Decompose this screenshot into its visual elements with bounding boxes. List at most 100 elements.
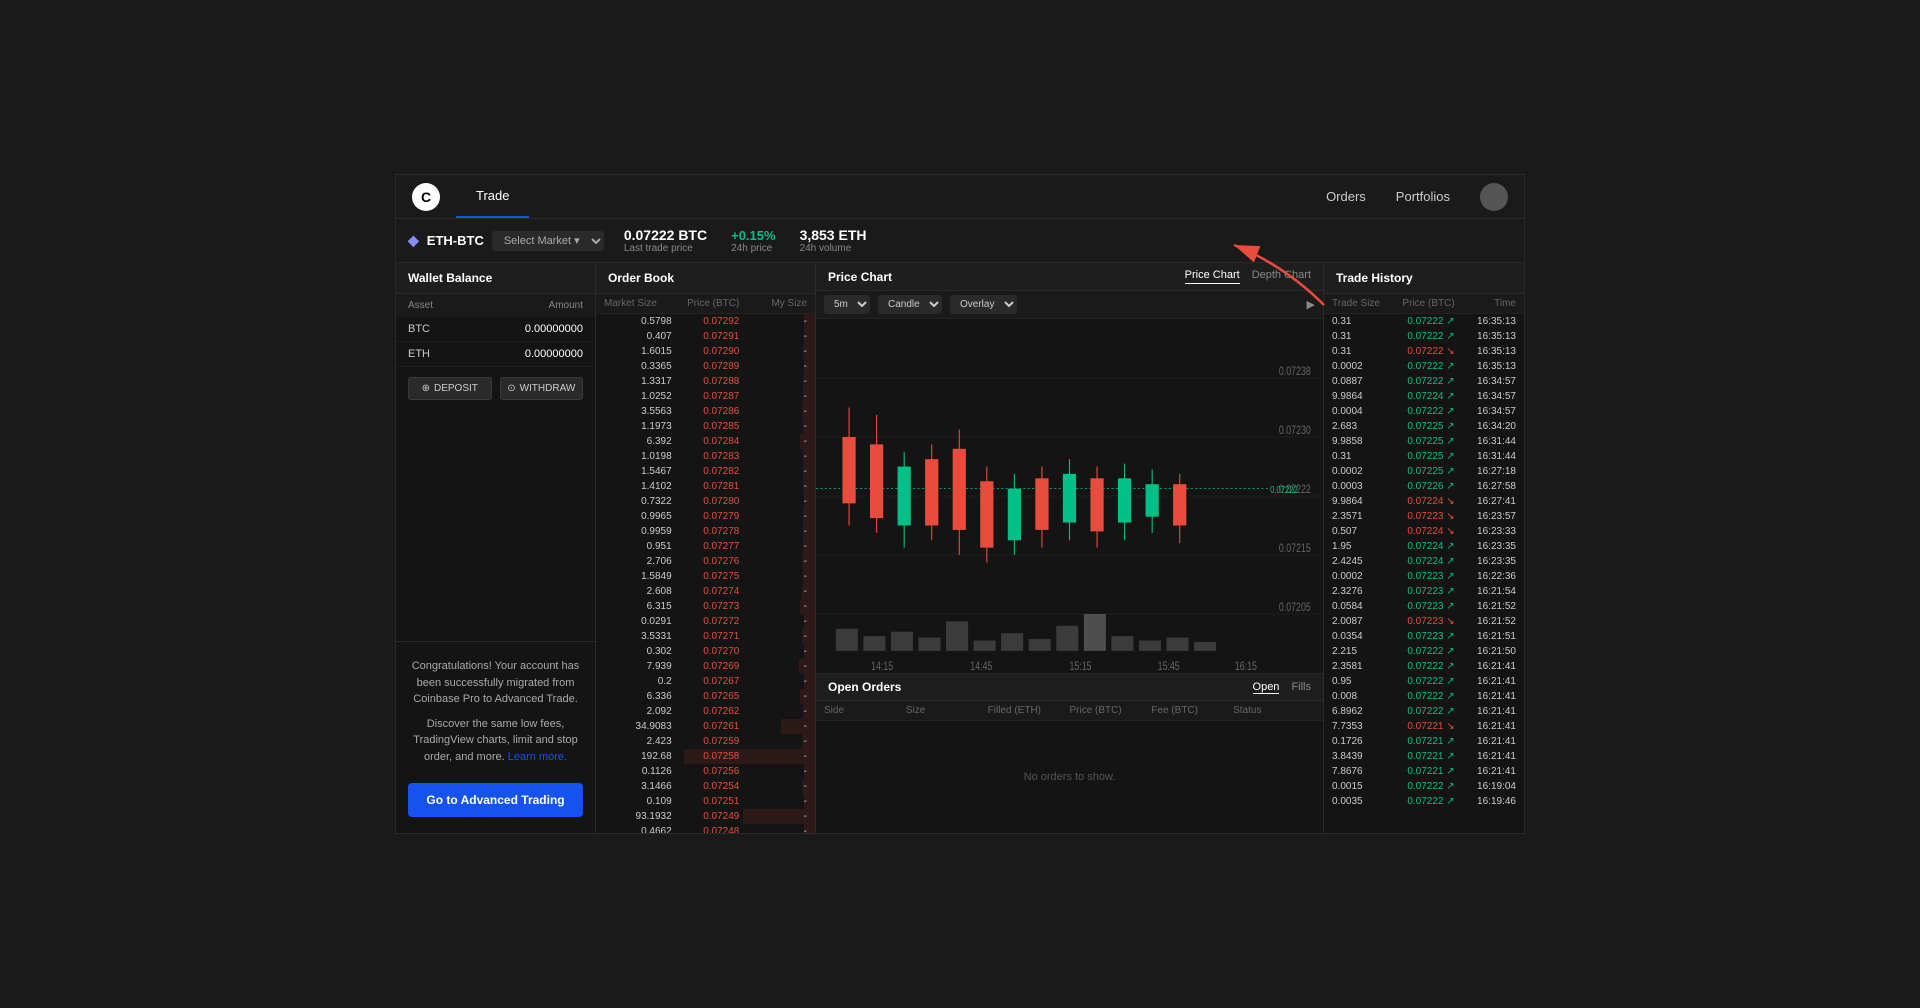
chart-type-select[interactable]: Candle <box>878 295 942 314</box>
ob-row[interactable]: 1.3317 0.07288 - <box>596 374 815 389</box>
ob-row[interactable]: 93.1932 0.07249 - <box>596 809 815 824</box>
ob-row[interactable]: 0.9965 0.07279 - <box>596 509 815 524</box>
ob-row[interactable]: 1.4102 0.07281 - <box>596 479 815 494</box>
ob-row[interactable]: 6.392 0.07284 - <box>596 434 815 449</box>
ob-row[interactable]: 0.0291 0.07272 - <box>596 614 815 629</box>
ob-mysize: - <box>739 376 807 387</box>
svg-text:0.07238: 0.07238 <box>1279 366 1311 378</box>
ob-mysize: - <box>739 331 807 342</box>
ob-size: 0.951 <box>604 541 672 552</box>
ob-row[interactable]: 1.5467 0.07282 - <box>596 464 815 479</box>
trade-size: 7.7353 <box>1332 721 1393 732</box>
chart-expand-icon[interactable]: ▶ <box>1307 298 1315 311</box>
ob-row[interactable]: 0.302 0.07270 - <box>596 644 815 659</box>
ob-price: 0.07249 <box>672 811 740 822</box>
ob-row[interactable]: 2.423 0.07259 - <box>596 734 815 749</box>
overlay-select[interactable]: Overlay <box>950 295 1017 314</box>
center-panel: Price Chart Price Chart Depth Chart 5m C… <box>816 263 1324 833</box>
asset-table: Asset Amount BTC0.00000000ETH0.00000000 <box>396 294 595 367</box>
ob-row[interactable]: 34.9083 0.07261 - <box>596 719 815 734</box>
ob-row[interactable]: 0.1126 0.07256 - <box>596 764 815 779</box>
nav-right: Orders Portfolios <box>1326 183 1524 211</box>
trade-row: 6.8962 0.07222 ↗ 16:21:41 <box>1324 704 1524 719</box>
open-orders-section: Open Orders Open Fills Side Size Filled … <box>816 673 1323 833</box>
open-orders-empty: No orders to show. <box>816 721 1323 833</box>
ob-row[interactable]: 0.4662 0.07248 - <box>596 824 815 833</box>
chart-header: Price Chart Price Chart Depth Chart <box>816 263 1323 291</box>
ob-price: 0.07281 <box>672 481 740 492</box>
trade-time: 16:21:54 <box>1455 586 1516 597</box>
avatar[interactable] <box>1480 183 1508 211</box>
timeframe-select[interactable]: 5m <box>824 295 870 314</box>
trade-row: 9.9864 0.07224 ↗ 16:34:57 <box>1324 389 1524 404</box>
trade-size: 0.008 <box>1332 691 1393 702</box>
ob-row[interactable]: 0.5798 0.07292 - <box>596 314 815 329</box>
trade-size: 3.8439 <box>1332 751 1393 762</box>
ob-size: 7.939 <box>604 661 672 672</box>
trade-time: 16:27:58 <box>1455 481 1516 492</box>
ob-row[interactable]: 2.706 0.07276 - <box>596 554 815 569</box>
ob-row[interactable]: 6.315 0.07273 - <box>596 599 815 614</box>
ob-row[interactable]: 3.5331 0.07271 - <box>596 629 815 644</box>
learn-more-link[interactable]: Learn more. <box>508 751 567 763</box>
trade-row: 2.3581 0.07222 ↗ 16:21:41 <box>1324 659 1524 674</box>
ob-mysize: - <box>739 496 807 507</box>
chart-tabs: Price Chart Depth Chart <box>1185 269 1311 284</box>
ob-row[interactable]: 1.1973 0.07285 - <box>596 419 815 434</box>
select-market-dropdown[interactable]: Select Market ▾ <box>492 231 604 251</box>
nav-orders[interactable]: Orders <box>1326 189 1366 204</box>
trade-time: 16:21:41 <box>1455 676 1516 687</box>
tab-depth-chart[interactable]: Depth Chart <box>1252 269 1311 284</box>
ob-row[interactable]: 0.9959 0.07278 - <box>596 524 815 539</box>
ob-mysize: - <box>739 391 807 402</box>
ob-row[interactable]: 2.608 0.07274 - <box>596 584 815 599</box>
volume: 3,853 ETH <box>800 227 867 243</box>
withdraw-button[interactable]: ⊙ WITHDRAW <box>500 377 584 400</box>
deposit-icon: ⊕ <box>422 383 430 394</box>
ob-mysize: - <box>739 541 807 552</box>
ob-row[interactable]: 3.1466 0.07254 - <box>596 779 815 794</box>
advanced-trading-button[interactable]: Go to Advanced Trading <box>408 783 583 817</box>
ob-price: 0.07265 <box>672 691 740 702</box>
ob-size: 0.5798 <box>604 316 672 327</box>
ob-row[interactable]: 0.3365 0.07289 - <box>596 359 815 374</box>
ob-row[interactable]: 0.109 0.07251 - <box>596 794 815 809</box>
ob-size: 1.3317 <box>604 376 672 387</box>
ob-size: 1.6015 <box>604 346 672 357</box>
ob-row[interactable]: 0.951 0.07277 - <box>596 539 815 554</box>
tab-trade[interactable]: Trade <box>456 175 529 218</box>
ob-size: 1.5467 <box>604 466 672 477</box>
trade-row: 0.31 0.07222 ↗ 16:35:13 <box>1324 329 1524 344</box>
trade-size: 0.31 <box>1332 331 1393 342</box>
ob-row[interactable]: 1.0252 0.07287 - <box>596 389 815 404</box>
ob-row[interactable]: 2.092 0.07262 - <box>596 704 815 719</box>
tab-price-chart[interactable]: Price Chart <box>1185 269 1240 284</box>
tab-fills[interactable]: Fills <box>1291 681 1311 694</box>
migration-message: Congratulations! Your account has been s… <box>408 658 583 708</box>
ob-row[interactable]: 0.407 0.07291 - <box>596 329 815 344</box>
nav-logo: C <box>396 175 456 218</box>
migration-discover: Discover the same low fees, TradingView … <box>408 716 583 766</box>
ob-row[interactable]: 0.2 0.07267 - <box>596 674 815 689</box>
tab-open[interactable]: Open <box>1253 681 1280 694</box>
deposit-button[interactable]: ⊕ DEPOSIT <box>408 377 492 400</box>
ob-mysize: - <box>739 736 807 747</box>
main-content: Wallet Balance Asset Amount BTC0.0000000… <box>396 263 1524 833</box>
asset-amount: 0.00000000 <box>470 342 595 367</box>
ob-mysize: - <box>739 676 807 687</box>
ob-row[interactable]: 192.68 0.07258 - <box>596 749 815 764</box>
ob-row[interactable]: 6.336 0.07265 - <box>596 689 815 704</box>
ob-price: 0.07291 <box>672 331 740 342</box>
ob-row[interactable]: 0.7322 0.07280 - <box>596 494 815 509</box>
ob-row[interactable]: 1.0198 0.07283 - <box>596 449 815 464</box>
ob-row[interactable]: 7.939 0.07269 - <box>596 659 815 674</box>
trade-price: 0.07222 ↘ <box>1393 346 1454 357</box>
ob-row[interactable]: 3.5563 0.07286 - <box>596 404 815 419</box>
price-chart-svg: 0.07238 0.07230 0.07222 0.07215 0.07205 … <box>816 319 1323 673</box>
ob-row[interactable]: 1.6015 0.07290 - <box>596 344 815 359</box>
ob-size: 34.9083 <box>604 721 672 732</box>
trade-rows: 0.31 0.07222 ↗ 16:35:13 0.31 0.07222 ↗ 1… <box>1324 314 1524 833</box>
open-orders-tabs: Open Fills <box>1253 681 1311 694</box>
ob-row[interactable]: 1.5849 0.07275 - <box>596 569 815 584</box>
nav-portfolios[interactable]: Portfolios <box>1396 189 1450 204</box>
